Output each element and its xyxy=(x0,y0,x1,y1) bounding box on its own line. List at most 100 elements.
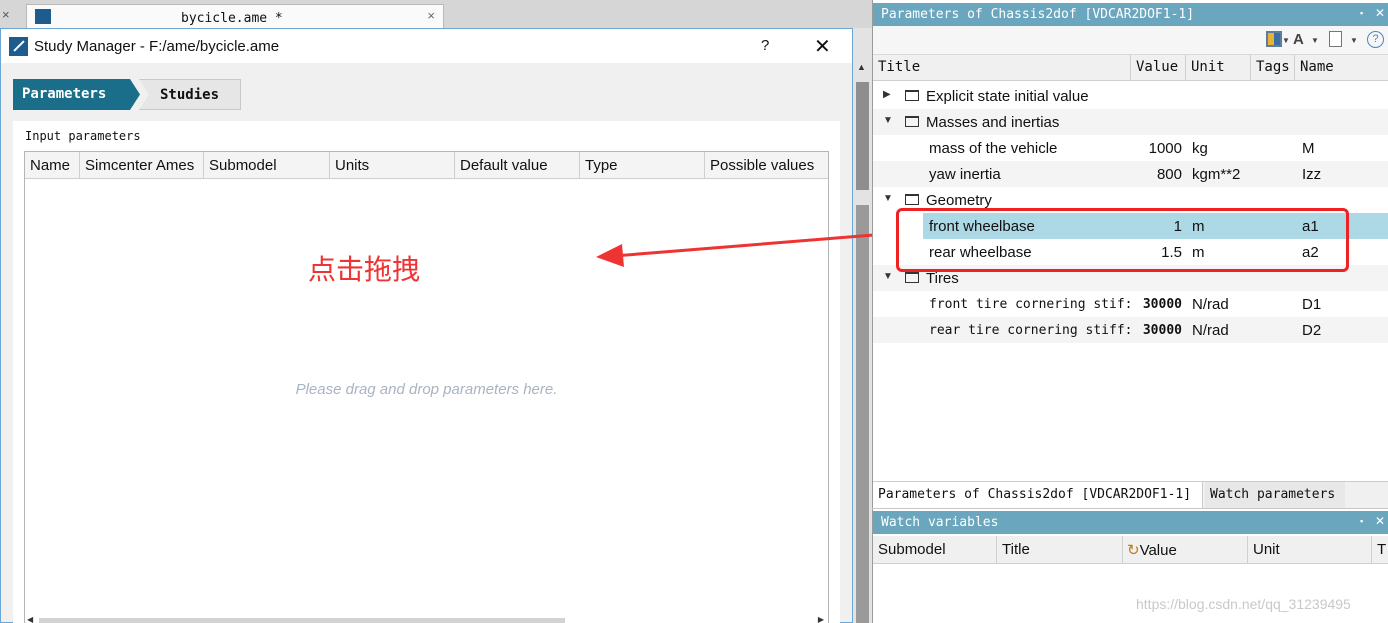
tab-parameters-of-chassis[interactable]: Parameters of Chassis2dof [VDCAR2DOF1-1] xyxy=(873,482,1203,508)
panel-title: Watch variables xyxy=(881,515,999,530)
scrollbar-thumb[interactable] xyxy=(856,82,869,190)
folder-icon xyxy=(905,90,919,101)
group-label: Masses and inertias xyxy=(926,114,1060,131)
column-header-default-value[interactable]: Default value xyxy=(455,152,580,179)
parameter-name: D1 xyxy=(1302,296,1322,313)
horizontal-scrollbar[interactable]: ◀ ▶ xyxy=(25,615,828,623)
refresh-icon: ↻ xyxy=(1127,542,1140,559)
layout-icon[interactable] xyxy=(1266,31,1282,47)
parameter-title: yaw inertia xyxy=(929,166,1001,183)
column-header-possible-values[interactable]: Possible values xyxy=(705,152,828,179)
close-icon[interactable]: × xyxy=(427,8,435,23)
export-icon[interactable] xyxy=(1329,31,1342,47)
amesim-logo-icon xyxy=(9,37,28,56)
panel-toolbar: ▼ A ▼ ▼ ? xyxy=(873,26,1388,54)
parameter-value[interactable]: 1000 xyxy=(1128,140,1182,157)
folder-icon xyxy=(905,194,919,205)
column-header-units[interactable]: Units xyxy=(330,152,455,179)
column-header-unit[interactable]: Unit xyxy=(1186,55,1251,81)
parameter-name: M xyxy=(1302,140,1315,157)
folder-icon xyxy=(905,116,919,127)
scroll-right-arrow-icon[interactable]: ▶ xyxy=(818,615,824,623)
column-header-t[interactable]: T xyxy=(1372,536,1388,563)
watermark: https://blog.csdn.net/qq_31239495 xyxy=(1136,596,1351,612)
close-icon[interactable]: ✕ xyxy=(1375,514,1385,528)
column-header-simcenter-amesim[interactable]: Simcenter Ames xyxy=(80,152,204,179)
close-icon[interactable]: ✕ xyxy=(1375,6,1385,20)
scroll-up-arrow-icon[interactable]: ▲ xyxy=(857,62,866,72)
parameter-value[interactable]: 30000 xyxy=(1128,323,1182,338)
column-header-submodel[interactable]: Submodel xyxy=(873,536,997,563)
parameter-name: D2 xyxy=(1302,322,1322,339)
column-header-submodel[interactable]: Submodel xyxy=(204,152,330,179)
help-icon[interactable]: ? xyxy=(1367,31,1384,48)
close-button[interactable]: ✕ xyxy=(814,34,831,59)
parameters-tab-panel: Input parameters Name Simcenter Ames Sub… xyxy=(13,121,840,623)
document-tab-title: bycicle.ame * xyxy=(181,11,283,26)
document-tab[interactable]: bycicle.ame * × xyxy=(26,4,444,28)
scroll-left-arrow-icon[interactable]: ◀ xyxy=(27,615,33,623)
table-header: Submodel Title ↻Value Unit T xyxy=(873,536,1388,564)
font-icon[interactable]: A xyxy=(1293,31,1304,49)
column-header-title[interactable]: Title xyxy=(997,536,1123,563)
dialog-titlebar[interactable]: Study Manager - F:/ame/bycicle.ame ? ✕ xyxy=(1,29,852,63)
group-label: Explicit state initial value xyxy=(926,88,1089,105)
panel-titlebar[interactable]: Watch variables ▪ ✕ xyxy=(873,511,1388,534)
column-header-type[interactable]: Type xyxy=(580,152,705,179)
close-icon[interactable]: × xyxy=(2,7,10,22)
column-header-unit[interactable]: Unit xyxy=(1248,536,1372,563)
expand-arrow-icon[interactable]: ▶ xyxy=(883,89,891,100)
chevron-down-icon[interactable]: ▼ xyxy=(1311,36,1319,54)
float-icon[interactable]: ▪ xyxy=(1360,516,1363,526)
group-label: Geometry xyxy=(926,192,992,209)
tree-row[interactable]: front tire cornering stif: 30000 N/rad D… xyxy=(873,291,1388,317)
column-header-tags[interactable]: Tags xyxy=(1251,55,1295,81)
collapse-arrow-icon[interactable]: ▼ xyxy=(883,271,893,282)
tree-row[interactable]: yaw inertia 800 kgm**2 Izz xyxy=(873,161,1388,187)
parameter-title: mass of the vehicle xyxy=(929,140,1058,157)
column-header-title[interactable]: Title xyxy=(873,55,1131,81)
drop-zone-hint: Please drag and drop parameters here. xyxy=(295,381,558,398)
panel-titlebar[interactable]: Parameters of Chassis2dof [VDCAR2DOF1-1]… xyxy=(873,3,1388,26)
tree-row[interactable]: rear tire cornering stiff: 30000 N/rad D… xyxy=(873,317,1388,343)
help-button[interactable]: ? xyxy=(761,37,769,54)
parameter-unit: N/rad xyxy=(1192,296,1229,313)
collapse-arrow-icon[interactable]: ▼ xyxy=(883,193,893,204)
group-label: Tires xyxy=(926,270,959,287)
column-header-value[interactable]: Value xyxy=(1131,55,1186,81)
chevron-down-icon[interactable]: ▼ xyxy=(1350,36,1358,54)
amesim-file-icon xyxy=(35,9,51,24)
parameter-unit: kg xyxy=(1192,140,1208,157)
tree-header: Title Value Unit Tags Name xyxy=(873,54,1388,81)
collapse-arrow-icon[interactable]: ▼ xyxy=(883,115,893,126)
chevron-down-icon[interactable]: ▼ xyxy=(1282,36,1290,54)
tree-group-masses[interactable]: ▼ Masses and inertias xyxy=(873,109,1388,135)
column-header-name[interactable]: Name xyxy=(1295,55,1388,81)
tab-studies[interactable]: Studies xyxy=(139,79,241,110)
document-tab-strip: × bycicle.ame * × xyxy=(0,0,872,28)
parameter-value[interactable]: 30000 xyxy=(1128,297,1182,312)
table-header: Name Simcenter Ames Submodel Units Defau… xyxy=(25,152,828,179)
parameter-value[interactable]: 800 xyxy=(1128,166,1182,183)
parameter-title: rear tire cornering stiff: xyxy=(929,323,1133,338)
float-icon[interactable]: ▪ xyxy=(1360,8,1363,18)
parameter-title: front tire cornering stif: xyxy=(929,297,1133,312)
input-parameters-label: Input parameters xyxy=(25,129,141,143)
column-header-value-label: Value xyxy=(1139,542,1177,559)
scrollbar-thumb[interactable] xyxy=(39,618,565,623)
tree-row[interactable]: mass of the vehicle 1000 kg M xyxy=(873,135,1388,161)
parameter-unit: N/rad xyxy=(1192,322,1229,339)
parameter-unit: kgm**2 xyxy=(1192,166,1241,183)
panel-title: Parameters of Chassis2dof [VDCAR2DOF1-1] xyxy=(881,7,1195,22)
tab-watch-parameters[interactable]: Watch parameters xyxy=(1205,482,1345,508)
column-header-value[interactable]: ↻Value xyxy=(1123,536,1248,563)
annotation-highlight-box xyxy=(896,208,1349,272)
study-manager-dialog: Study Manager - F:/ame/bycicle.ame ? ✕ P… xyxy=(0,28,853,623)
annotation-text: 点击拖拽 xyxy=(308,253,421,286)
parameter-name: Izz xyxy=(1302,166,1322,183)
tab-parameters[interactable]: Parameters xyxy=(13,79,140,110)
dialog-title: Study Manager - F:/ame/bycicle.ame xyxy=(34,38,280,55)
column-header-name[interactable]: Name xyxy=(25,152,80,179)
annotation-arrow-icon xyxy=(596,232,887,267)
tree-group-explicit-state[interactable]: ▶ Explicit state initial value xyxy=(873,83,1388,109)
